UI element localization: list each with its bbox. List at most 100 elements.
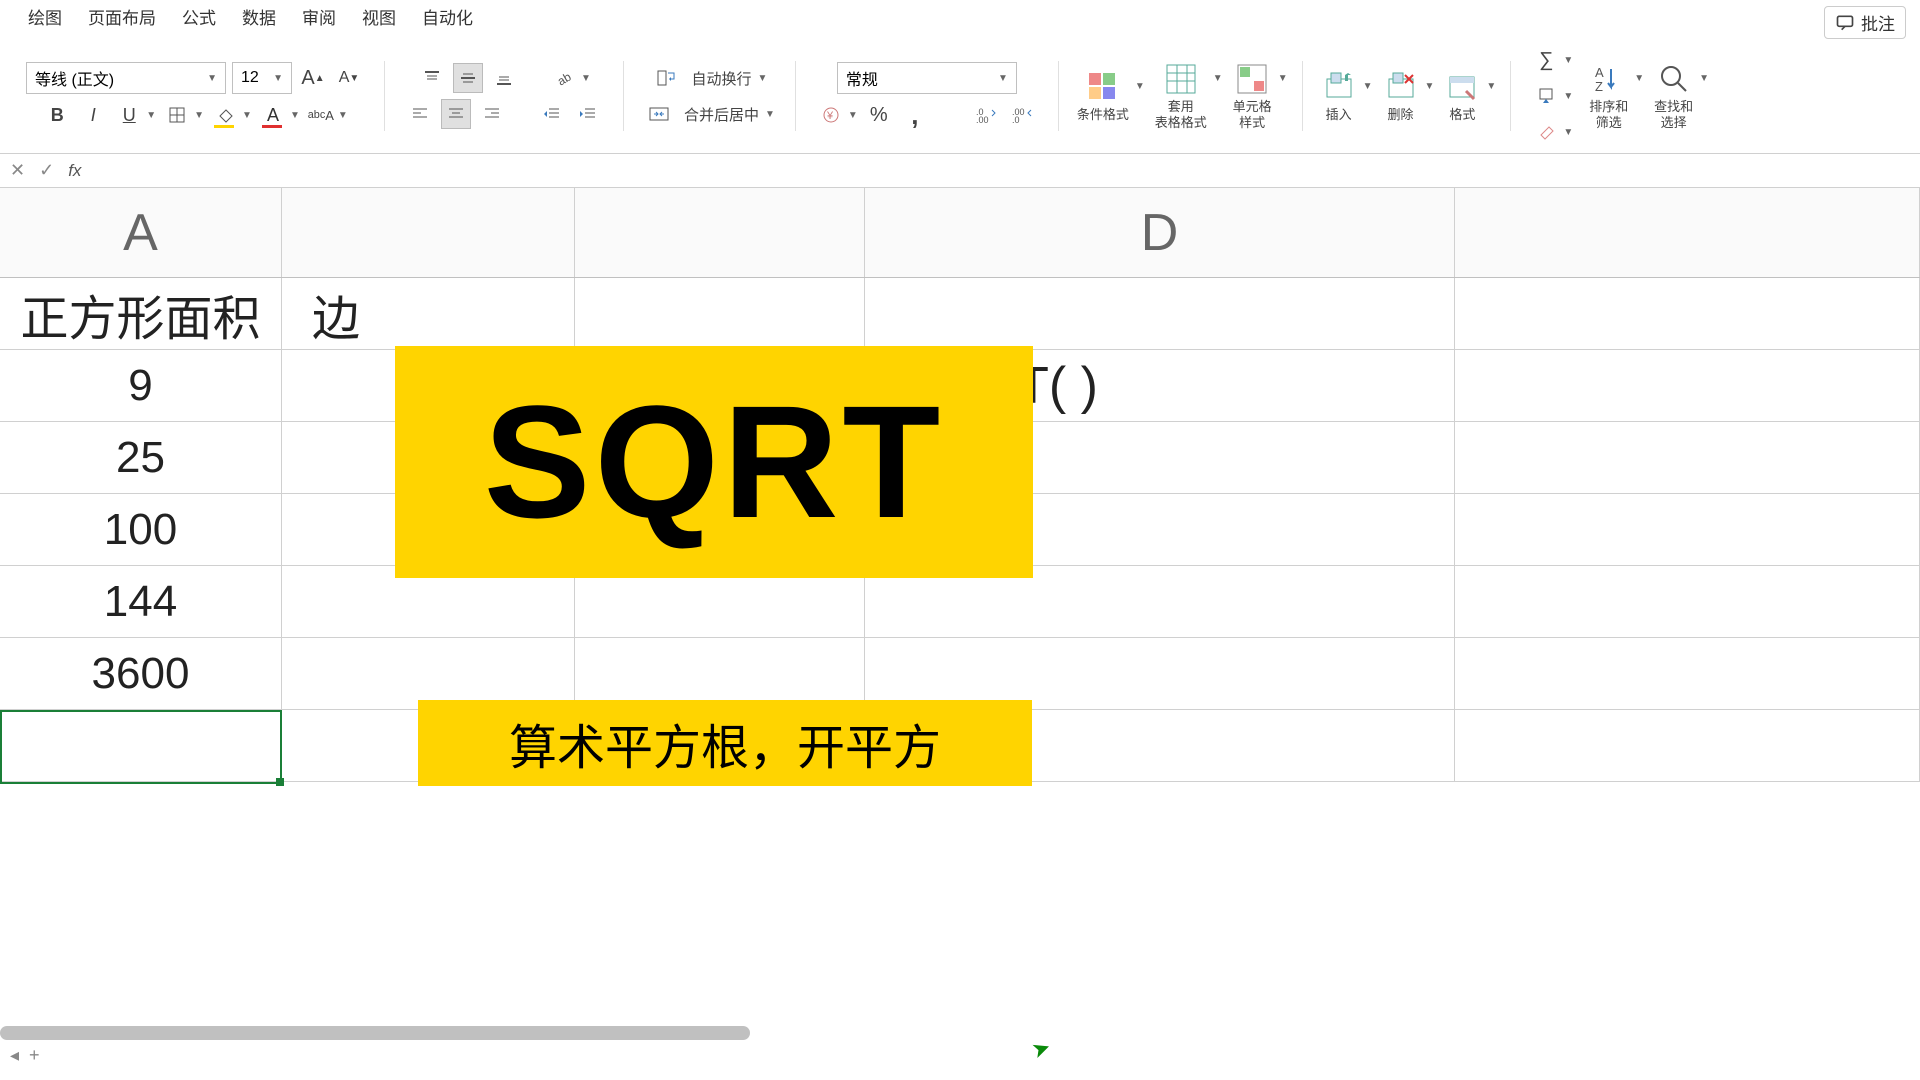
align-center-button[interactable] [441, 99, 471, 129]
comma-button[interactable]: , [900, 100, 930, 130]
chevron-down-icon[interactable]: ▼ [758, 73, 768, 84]
underline-button[interactable]: U▼ [114, 100, 156, 130]
horizontal-scrollbar[interactable] [0, 1026, 750, 1040]
conditional-format-label: 条件格式 [1077, 107, 1129, 123]
border-icon [168, 106, 186, 124]
cell-B6[interactable] [282, 638, 575, 709]
menu-data[interactable]: 数据 [242, 4, 276, 29]
border-button[interactable]: ▼ [162, 100, 204, 130]
fill-button[interactable] [1531, 81, 1561, 111]
chevron-down-icon: ▼ [998, 73, 1008, 84]
sheet-tabs: ◂ + [10, 1045, 40, 1066]
percent-button[interactable]: % [864, 100, 894, 130]
align-middle-button[interactable] [453, 63, 483, 93]
format-button[interactable]: 格式 [1440, 67, 1484, 125]
align-bottom-button[interactable] [489, 63, 519, 93]
decrease-font-button[interactable]: A▼ [334, 63, 364, 93]
formula-input[interactable] [95, 154, 1910, 187]
col-header-rest[interactable] [1455, 188, 1920, 277]
align-top-button[interactable] [417, 63, 447, 93]
cell-A1[interactable]: 正方形面积 [0, 278, 282, 349]
phonetic-button[interactable]: abcA▼ [306, 100, 348, 130]
menu-page-layout[interactable]: 页面布局 [88, 4, 156, 29]
align-left-button[interactable] [405, 99, 435, 129]
fill-dropdown[interactable]: ▼ [1563, 91, 1573, 102]
bold-button[interactable]: B [42, 100, 72, 130]
font-size-select[interactable]: 12 ▼ [232, 62, 292, 94]
clear-dropdown[interactable]: ▼ [1563, 127, 1573, 138]
table-format-label: 套用 表格格式 [1155, 99, 1207, 130]
align-top-icon [423, 69, 441, 87]
autosum-button[interactable]: ∑ [1531, 45, 1561, 75]
col-header-D[interactable]: D [865, 188, 1455, 277]
cell-A6[interactable]: 3600 [0, 638, 282, 709]
cell-rest-1[interactable] [1455, 278, 1920, 349]
cell-C1[interactable] [575, 278, 865, 349]
insert-label: 插入 [1326, 107, 1352, 123]
menu-review[interactable]: 审阅 [302, 4, 336, 29]
clear-button[interactable] [1531, 117, 1561, 147]
cell-A5[interactable]: 144 [0, 566, 282, 637]
comments-button[interactable]: 批注 [1824, 6, 1906, 39]
cell-rest-6[interactable] [1455, 638, 1920, 709]
cell-C6[interactable] [575, 638, 865, 709]
wrap-merge-group: 自动换行 ▼ 合并后居中 ▼ [638, 63, 781, 129]
wrap-text-button[interactable] [652, 63, 682, 93]
cell-A2[interactable]: 9 [0, 350, 282, 421]
number-format-select[interactable]: 常规 ▼ [837, 62, 1017, 94]
cell-styles-button[interactable]: 单元格 样式 [1229, 59, 1276, 132]
decrease-decimal-button[interactable]: .00.0 [1008, 100, 1038, 130]
align-right-button[interactable] [477, 99, 507, 129]
align-middle-icon [459, 69, 477, 87]
orientation-button[interactable]: ab▼ [549, 63, 591, 93]
merge-center-label: 合并后居中 [684, 104, 759, 125]
menu-automate[interactable]: 自动化 [422, 4, 473, 29]
cell-rest-4[interactable] [1455, 494, 1920, 565]
cell-A3[interactable]: 25 [0, 422, 282, 493]
increase-indent-button[interactable] [573, 99, 603, 129]
spreadsheet-grid[interactable]: A D 正方形面积 边 9 =SQRT( ) 25 100 [0, 188, 1920, 1068]
chevron-down-icon[interactable]: ▼ [765, 109, 775, 120]
cell-B1[interactable]: 边 [282, 278, 575, 349]
find-select-label: 查找和 选择 [1654, 99, 1693, 130]
autosum-dropdown[interactable]: ▼ [1563, 55, 1573, 66]
cell-rest-7[interactable] [1455, 710, 1920, 781]
table-format-button[interactable]: 套用 表格格式 [1151, 59, 1211, 132]
cell-rest-5[interactable] [1455, 566, 1920, 637]
fill-color-button[interactable]: ▼ [210, 100, 252, 130]
cell-rest-2[interactable] [1455, 350, 1920, 421]
font-name-select[interactable]: 等线 (正文) ▼ [26, 62, 226, 94]
increase-font-button[interactable]: A▲ [298, 63, 328, 93]
col-header-B[interactable] [282, 188, 575, 277]
add-sheet-button[interactable]: + [29, 1045, 40, 1066]
conditional-format-button[interactable]: 条件格式 [1073, 67, 1133, 125]
cell-styles-icon [1236, 63, 1268, 95]
find-select-button[interactable]: 查找和 选择 [1650, 59, 1697, 132]
cell-D1[interactable] [865, 278, 1455, 349]
confirm-formula-button[interactable]: ✓ [39, 160, 54, 181]
cell-A7[interactable] [0, 710, 282, 781]
decrease-indent-button[interactable] [537, 99, 567, 129]
col-header-A[interactable]: A [0, 188, 282, 277]
fx-icon[interactable]: fx [68, 161, 81, 181]
cancel-formula-button[interactable]: ✕ [10, 160, 25, 181]
menu-view[interactable]: 视图 [362, 4, 396, 29]
increase-decimal-button[interactable]: .0.00 [972, 100, 1002, 130]
italic-button[interactable]: I [78, 100, 108, 130]
currency-button[interactable]: ¥▼ [816, 100, 858, 130]
delete-button[interactable]: 删除 [1379, 67, 1423, 125]
column-headers: A D [0, 188, 1920, 278]
insert-button[interactable]: 插入 [1317, 67, 1361, 125]
sheet-menu-icon[interactable]: ◂ [10, 1045, 19, 1066]
cell-A4[interactable]: 100 [0, 494, 282, 565]
col-header-C[interactable] [575, 188, 865, 277]
menu-formulas[interactable]: 公式 [182, 4, 216, 29]
svg-text:.00: .00 [976, 115, 989, 124]
sort-filter-button[interactable]: AZ 排序和 筛选 [1585, 59, 1632, 132]
cell-D6[interactable] [865, 638, 1455, 709]
svg-text:ab: ab [555, 69, 573, 87]
menu-draw[interactable]: 绘图 [28, 4, 62, 29]
merge-center-button[interactable] [644, 99, 674, 129]
font-color-button[interactable]: A▼ [258, 100, 300, 130]
cell-rest-3[interactable] [1455, 422, 1920, 493]
